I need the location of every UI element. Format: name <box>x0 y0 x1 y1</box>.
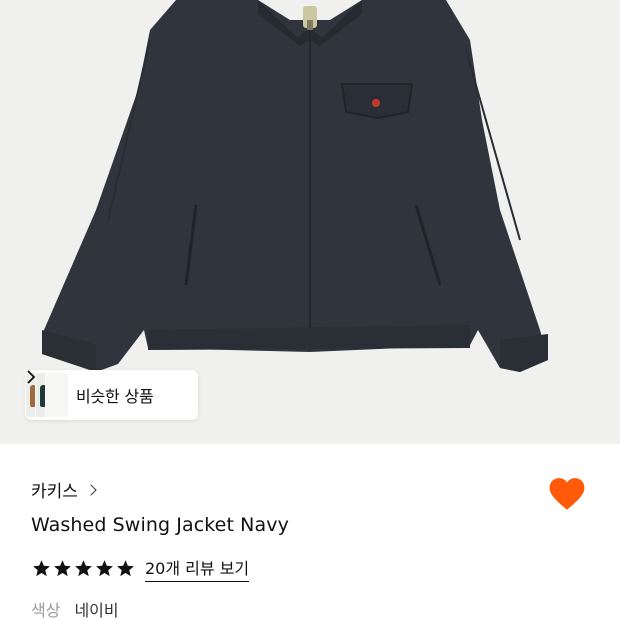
chevron-right-icon <box>85 483 97 496</box>
similar-products-label: 비슷한 상품 <box>76 387 154 406</box>
star-icon <box>54 560 71 577</box>
reviews-link[interactable]: 20개 리뷰 보기 <box>145 555 250 582</box>
star-icon <box>96 560 113 577</box>
rating-row: 20개 리뷰 보기 <box>32 555 250 582</box>
rating-stars <box>32 559 135 578</box>
color-option-row: 색상 네이비 <box>31 597 119 620</box>
product-info: 카키스 Washed Swing Jacket Navy 20개 리뷰 보기 색… <box>0 444 620 620</box>
brand-name: 카키스 <box>31 482 78 502</box>
product-image[interactable]: 비슷한 상품 <box>0 0 620 444</box>
star-icon <box>33 560 50 577</box>
heart-icon <box>549 478 585 510</box>
color-option-value: 네이비 <box>74 601 119 620</box>
star-icon <box>117 560 134 577</box>
brand-link[interactable]: 카키스 <box>31 477 97 502</box>
product-title: Washed Swing Jacket Navy <box>31 514 289 536</box>
star-icon <box>75 560 92 577</box>
color-option-label: 색상 <box>31 601 61 620</box>
similar-thumb <box>46 373 68 417</box>
similar-products-button[interactable]: 비슷한 상품 <box>26 370 198 420</box>
like-button[interactable] <box>548 476 586 512</box>
